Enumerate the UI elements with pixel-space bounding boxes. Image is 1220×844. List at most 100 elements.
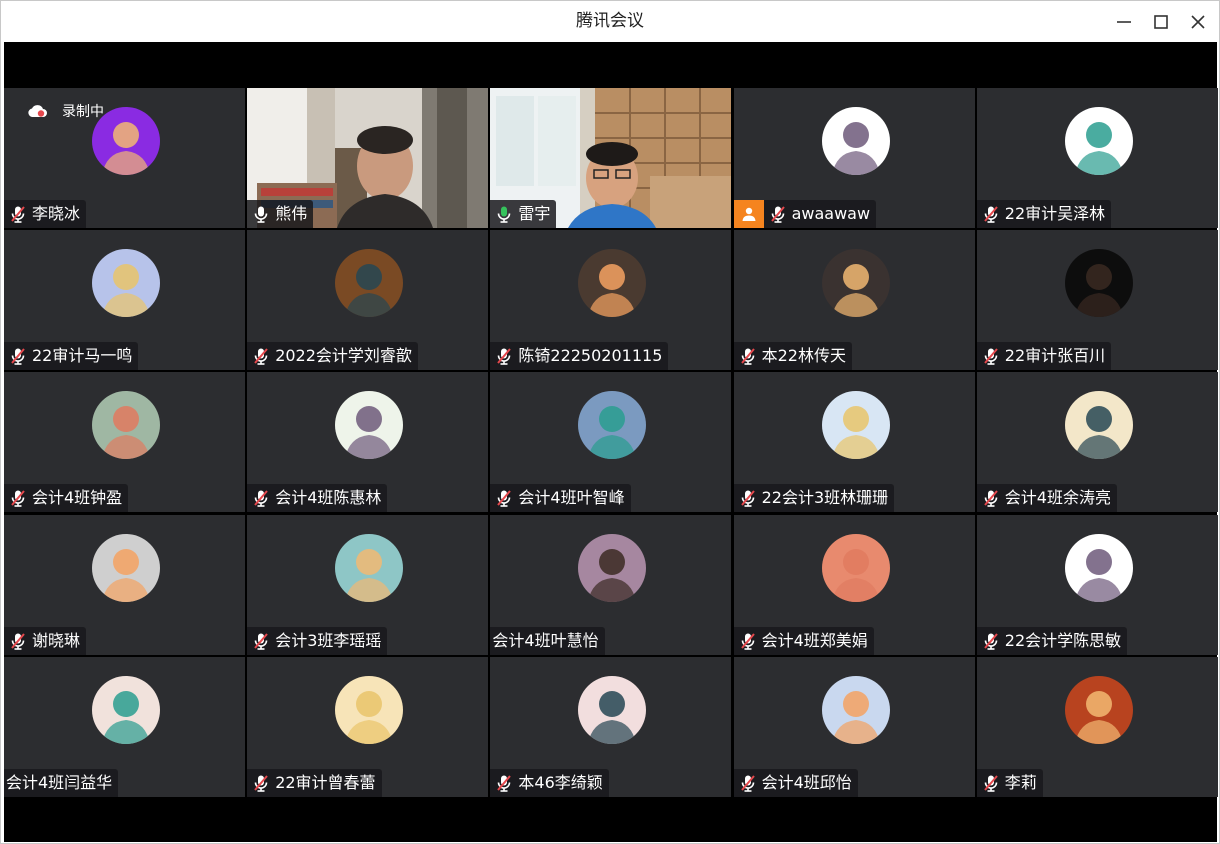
participant-name-bar: 本22林传天 (733, 342, 852, 371)
mic-icon (498, 206, 511, 223)
avatar-image (821, 391, 890, 460)
avatar (821, 107, 890, 175)
participant-tile[interactable]: 会计4班闫益华 (4, 656, 245, 797)
mic-muted-icon (984, 348, 998, 365)
participant-name-bar: 会计4班钟盈 (4, 484, 129, 513)
participant-tile[interactable]: 22审计曾春蕾 (247, 656, 489, 797)
window-title: 腾讯会议 (576, 11, 644, 31)
participant-tile[interactable]: 22会计3班林珊珊 (733, 372, 975, 513)
participant-tile[interactable]: 22审计吴泽林 (976, 88, 1218, 228)
participant-name: 会计4班叶智峰 (518, 488, 625, 508)
avatar (821, 533, 890, 602)
participant-tile[interactable]: 22审计马一鸣 (4, 230, 245, 371)
participant-name-bar: 会计3班李瑶瑶 (247, 626, 388, 655)
participant-name: 会计4班闫益华 (6, 772, 113, 792)
avatar (335, 391, 404, 460)
participant-tile[interactable]: 会计4班郑美娟 (733, 514, 975, 655)
mic-muted-icon (984, 775, 998, 792)
participant-tile[interactable]: 熊伟 (247, 88, 489, 228)
participant-name-bar: 2022会计学刘睿歆 (247, 342, 418, 371)
participant-tile[interactable]: 陈锜22250201115 (490, 230, 732, 371)
meeting-window: 腾讯会议 录制中 李晓冰 熊伟 雷宇 awaawaw 22审计吴泽林 22审计马一鸣 202… (0, 0, 1220, 844)
participant-name: 会计4班郑美娟 (761, 630, 868, 650)
maximize-button[interactable] (1146, 7, 1176, 37)
participant-name: 本22林传天 (761, 346, 846, 366)
avatar (821, 675, 890, 744)
avatar (1064, 107, 1133, 175)
participant-name-bar: 会计4班闫益华 (4, 768, 119, 797)
minimize-icon (1117, 21, 1131, 23)
participant-tile[interactable]: 会计4班叶智峰 (490, 372, 732, 513)
mic-icon (254, 206, 268, 223)
mic-muted-icon (740, 775, 755, 792)
avatar-image (578, 249, 647, 318)
participant-tile[interactable]: 会计4班陈惠林 (247, 372, 489, 513)
avatar-image (335, 533, 404, 602)
participant-tile[interactable]: 本22林传天 (733, 230, 975, 371)
avatar-image (335, 675, 404, 744)
avatar-image (1064, 391, 1133, 460)
avatar (578, 533, 647, 602)
participant-name-bar: 会计4班叶慧怡 (490, 626, 605, 655)
participant-name-bar: 本46李绮颖 (490, 768, 609, 797)
participant-grid: 录制中 李晓冰 熊伟 雷宇 awaawaw 22审计吴泽林 22审计马一鸣 2022会计学刘… (4, 88, 1218, 797)
minimize-button[interactable] (1109, 7, 1139, 37)
mic-muted-icon (11, 490, 25, 508)
participant-name: 会计4班钟盈 (32, 488, 123, 508)
participant-tile[interactable]: 会计4班叶慧怡 (490, 514, 732, 655)
avatar-image (1064, 533, 1133, 602)
participant-name-bar: awaawaw (763, 200, 877, 228)
avatar-image (1064, 675, 1133, 744)
participant-tile[interactable]: 李莉 (976, 656, 1218, 797)
participant-tile[interactable]: 22会计学陈思敏 (976, 514, 1218, 655)
maximize-icon (1154, 15, 1168, 29)
participant-name: 2022会计学刘睿歆 (275, 346, 412, 366)
avatar (335, 249, 404, 318)
avatar (1064, 391, 1133, 460)
avatar (1064, 249, 1133, 318)
close-button[interactable] (1183, 7, 1213, 37)
participant-name-bar: 22审计马一鸣 (4, 342, 139, 371)
participant-tile[interactable]: 会计3班李瑶瑶 (247, 514, 489, 655)
avatar (821, 391, 890, 460)
avatar-image (1064, 249, 1133, 318)
host-person-icon (742, 207, 756, 221)
participant-name: 会计4班邱怡 (761, 772, 852, 792)
avatar (335, 675, 404, 744)
participant-name: 会计4班叶慧怡 (492, 630, 599, 650)
participant-name: 22审计吴泽林 (1004, 204, 1106, 223)
participant-name: 雷宇 (518, 204, 551, 223)
participant-name: 熊伟 (275, 204, 308, 223)
avatar-image (578, 391, 647, 460)
participant-tile[interactable]: 谢晓琳 (4, 514, 245, 655)
participant-name: 陈锜22250201115 (518, 346, 663, 366)
participant-tile[interactable]: 本46李绮颖 (490, 656, 732, 797)
avatar-image (821, 533, 890, 602)
participant-tile[interactable]: 22审计张百川 (976, 230, 1218, 371)
participant-name-bar: 22审计曾春蕾 (247, 768, 382, 797)
title-bar[interactable]: 腾讯会议 (1, 1, 1219, 42)
participant-name-bar: 会计4班邱怡 (733, 768, 858, 797)
recording-indicator: 录制中 (26, 101, 104, 121)
participant-name-bar: 李晓冰 (4, 200, 87, 228)
avatar-image (578, 675, 647, 744)
mic-muted-icon (740, 348, 755, 365)
avatar (1064, 533, 1133, 602)
avatar-image (92, 249, 160, 318)
mic-muted-icon (254, 632, 268, 650)
participant-name: 22审计张百川 (1004, 346, 1106, 366)
participant-name-bar: 会计4班郑美娟 (733, 626, 874, 655)
participant-tile[interactable]: 会计4班余涛亮 (976, 372, 1218, 513)
avatar (578, 391, 647, 460)
avatar-image (1064, 107, 1133, 175)
participant-name-bar: 会计4班余涛亮 (976, 484, 1117, 513)
avatar (578, 675, 647, 744)
mic-muted-icon (254, 490, 268, 508)
host-badge (733, 200, 764, 228)
participant-tile[interactable]: 会计4班邱怡 (733, 656, 975, 797)
avatar-image (92, 533, 160, 602)
participant-tile[interactable]: 会计4班钟盈 (4, 372, 245, 513)
participant-tile[interactable]: awaawaw (733, 88, 975, 228)
participant-tile[interactable]: 2022会计学刘睿歆 (247, 230, 489, 371)
participant-tile[interactable]: 雷宇 (490, 88, 732, 228)
